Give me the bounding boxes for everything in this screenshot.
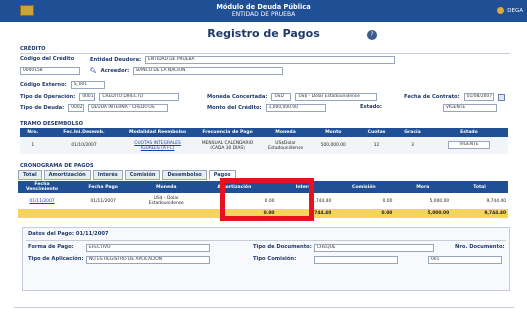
moneda-concertada-label: Moneda Concertada: [207, 94, 268, 100]
entidad-deudora-label: Entidad Deudora: [90, 57, 142, 63]
fecha-contrato-field: 01/08/2007 [463, 93, 494, 101]
tipo-operacion-label: Tipo de Operación: [20, 94, 76, 100]
table-cell: US$Dolar Estadounidense [268, 140, 304, 151]
divider [14, 307, 514, 308]
table-cell: MENSUAL CALENDARIO (CADA 30 DIAS) [201, 140, 254, 151]
cronograma-section-title: CRONOGRAMA DE PAGOS [20, 163, 94, 169]
tab-comision[interactable]: Comisión [124, 170, 161, 180]
tipo-documento-label: Tipo de Documento: [253, 244, 312, 250]
tab-interes[interactable]: Interés [92, 170, 123, 180]
table-cell: 01/11/2007 [90, 198, 116, 204]
forma-pago-field: EFECTIVO [86, 244, 210, 252]
codigo-credito-field[interactable]: 0000158 [20, 67, 80, 75]
tipo-documento-field: CHEQUE [314, 244, 434, 252]
codigo-externo-field: S_001 [70, 81, 105, 89]
table-cell: 3 [411, 143, 414, 148]
column-header: Moneda [140, 181, 193, 193]
moneda-field: US$ - Dolar Estadounidense [295, 93, 378, 101]
table-cell: US$ - Dolar Estadounidense [148, 196, 184, 206]
column-header: Modalidad Reembolso [122, 128, 193, 137]
column-header: Fecha Pago [66, 181, 141, 193]
tab-desembolso[interactable]: Desembolso [162, 170, 207, 180]
column-header: Fec.Ini.Desemb. [45, 128, 123, 137]
column-header: Estado [429, 128, 508, 137]
divider [26, 240, 506, 241]
datos-pago-title: Datos del Pago: 01/11/2007 [28, 231, 109, 237]
tramo-header-row: Nro. Fec.Ini.Desemb. Modalidad Reembolso… [20, 128, 508, 137]
tipo-deuda-code: 0002 [68, 104, 85, 112]
table-cell: 5,000.00 [429, 198, 450, 204]
monto-credito-field: 1,000,000.00 [265, 104, 326, 112]
user-menu[interactable]: DEGA [497, 7, 523, 14]
forma-pago-label: Forma de Pago: [28, 244, 74, 250]
tipo-aplicacion-label: Tipo de Aplicación: [28, 256, 84, 262]
estado-field: VIGENTE [443, 104, 497, 112]
column-header: Mora [394, 181, 452, 193]
tipo-deuda-label: Tipo de Deuda: [20, 105, 65, 111]
column-header: Cuotas [358, 128, 396, 137]
moneda-code: USD [271, 93, 292, 101]
page-title: Registro de Pagos [207, 27, 320, 40]
estado-cell: VIGENTE [430, 137, 508, 154]
tipo-comision-label: Tipo Comisión: [253, 256, 297, 262]
user-name: DEGA [507, 7, 523, 14]
tipo-operacion-code: 0001 [79, 93, 96, 101]
total-cell: 5,000.00 [394, 209, 452, 218]
entidad-deudora-field: ENTIDAD DE PRUEBA [145, 56, 396, 64]
codigo-externo-label: Código Externo: [20, 82, 67, 88]
column-header: Nro. [20, 128, 46, 137]
monto-credito-label: Monto del Crédito: [207, 105, 262, 111]
app-title: Módulo de Deuda Pública ENTIDAD DE PRUEB… [0, 3, 527, 19]
table-cell: 01/10/2007 [71, 143, 97, 148]
calendar-icon[interactable] [497, 93, 505, 101]
column-header: Comisión [333, 181, 395, 193]
credito-section-title: CRÉDITO [20, 46, 46, 52]
search-icon[interactable]: 🔍︎ [90, 68, 97, 74]
table-cell: 9,744.40 [486, 198, 506, 204]
table-cell: 12 [373, 143, 380, 148]
tipo-deuda-field: DEUDA INTERNA - CREDITOS [88, 104, 169, 112]
fecha-contrato-label: Fecha de Contrato: [404, 94, 460, 100]
app-header: Módulo de Deuda Pública ENTIDAD DE PRUEB… [0, 0, 527, 22]
cronograma-tabs: Total Amortización Interés Comisión Dese… [18, 170, 236, 180]
modalidad-link[interactable]: CUOTAS INTEGRALES IGUALES (A+C) [123, 137, 193, 154]
tipo-aplicacion-field: NO ES REGISTRO DE APLICACIÓN [86, 256, 210, 264]
table-row[interactable]: 1 01/10/2007 CUOTAS INTEGRALES IGUALES (… [20, 137, 508, 154]
column-header: Gracia [395, 128, 430, 137]
tramo-section-title: TRAMO DESEMBOLSO [20, 121, 84, 127]
entity-subtitle: ENTIDAD DE PRUEBA [231, 11, 296, 18]
tipo-operacion-field: CRÉDITO DIRECTO [99, 93, 180, 101]
highlight-box [220, 178, 314, 221]
nro-documento-field: 001 [428, 256, 502, 264]
fecha-vencimiento-link[interactable]: 01/11/2007 [18, 193, 66, 209]
column-header: Frecuencia de Pago [192, 128, 263, 137]
total-cell: 9,744.40 [451, 209, 508, 218]
tab-amortizacion[interactable]: Amortización [43, 170, 91, 180]
table-cell: 500,000.00 [320, 143, 346, 148]
estado-label: Estado: [360, 104, 382, 110]
column-header: Moneda [262, 128, 309, 137]
codigo-credito-label: Código del Crédito [20, 56, 75, 62]
table-cell: 0.00 [382, 198, 393, 204]
tipo-comision-field [314, 256, 398, 264]
module-title: Módulo de Deuda Pública [216, 3, 311, 11]
user-icon [497, 7, 505, 14]
acreedor-field: BANCO DE LA NACION [133, 67, 284, 75]
column-header: Fecha Vencimiento [18, 181, 66, 193]
divider [20, 53, 510, 54]
tramo-table: Nro. Fec.Ini.Desemb. Modalidad Reembolso… [20, 128, 508, 154]
column-header: Total [451, 181, 508, 193]
help-icon[interactable]: ? [367, 30, 377, 40]
tab-total[interactable]: Total [18, 170, 42, 180]
nro-documento-label: Nro. Documento: [455, 244, 505, 250]
column-header: Monto [308, 128, 358, 137]
table-cell: 1 [31, 143, 35, 148]
acreedor-label: Acreedor: [100, 68, 130, 74]
total-cell: 0.00 [333, 209, 395, 218]
